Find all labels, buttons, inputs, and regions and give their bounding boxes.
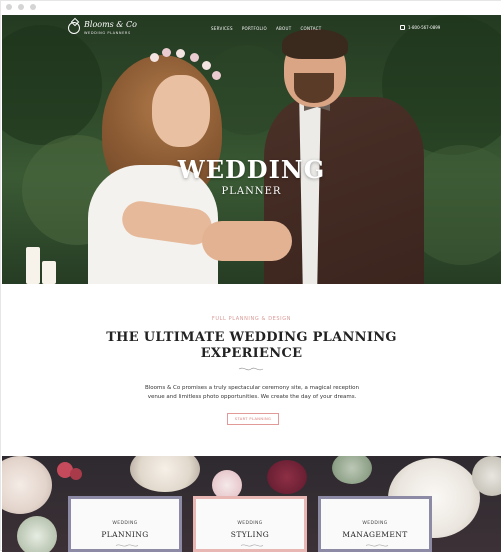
service-card-styling[interactable]: WEDDING STYLING	[193, 496, 307, 552]
candle	[42, 261, 56, 284]
section-eyebrow: FULL PLANNING & DESIGN	[211, 316, 292, 322]
intro-paragraph: Blooms & Co promises a truly spectacular…	[122, 384, 382, 402]
nav-item-contact[interactable]: CONTACT	[300, 26, 321, 31]
candle	[26, 247, 40, 284]
nav-links: SERVICES PORTFOLIO ABOUT CONTACT	[211, 26, 322, 31]
window-dot-icon[interactable]	[18, 4, 24, 10]
leaf-bloom	[332, 456, 372, 484]
hands-ring	[202, 221, 292, 261]
rose-bloom	[2, 456, 52, 514]
bride-face	[152, 75, 210, 147]
intro-line: venue and limitless photo opportunities.…	[147, 394, 357, 400]
flower-crown	[190, 53, 199, 62]
flower-crown	[150, 53, 159, 62]
service-card-planning[interactable]: WEDDING PLANNING	[68, 496, 182, 552]
service-title: PLANNING	[101, 530, 149, 539]
service-card-body: WEDDING PLANNING	[71, 499, 179, 549]
service-kicker: WEDDING	[237, 521, 263, 526]
nav-item-services[interactable]: SERVICES	[211, 26, 233, 31]
top-navigation: Blooms & Co WEDDING PLANNERS SERVICES PO…	[2, 15, 501, 41]
diamond-ring-icon[interactable]	[68, 22, 80, 34]
section-title: THE ULTIMATE WEDDING PLANNING EXPERIENCE	[2, 330, 501, 362]
service-card-management[interactable]: WEDDING MANAGEMENT	[318, 496, 432, 552]
services-band: WEDDING PLANNING WEDDING STYLING WEDDING…	[2, 456, 501, 552]
flourish-icon	[365, 544, 389, 547]
section-title-line: EXPERIENCE	[200, 346, 303, 361]
phone-icon	[400, 25, 405, 30]
flower-crown	[176, 49, 185, 58]
service-card-body: WEDDING STYLING	[196, 499, 304, 549]
berry-bloom	[70, 468, 82, 480]
intro-section: FULL PLANNING & DESIGN THE ULTIMATE WEDD…	[2, 284, 501, 456]
intro-line: Blooms & Co promises a truly spectacular…	[144, 385, 360, 391]
rose-bloom	[130, 456, 200, 492]
flower-crown	[212, 71, 221, 80]
service-title: MANAGEMENT	[342, 530, 408, 539]
leaf-bloom	[17, 516, 57, 552]
service-kicker: WEDDING	[112, 521, 138, 526]
phone-number[interactable]: 1-800-567-0899	[408, 25, 440, 30]
browser-frame: Blooms & Co WEDDING PLANNERS SERVICES PO…	[0, 0, 501, 552]
groom-beard	[294, 73, 334, 103]
flourish-icon	[115, 544, 139, 547]
flower-crown	[202, 61, 211, 70]
window-dot-icon[interactable]	[30, 4, 36, 10]
flourish-icon	[240, 544, 264, 547]
dahlia-bloom	[267, 460, 307, 494]
hero-subtitle: PLANNER	[221, 186, 282, 197]
nav-item-portfolio[interactable]: PORTFOLIO	[242, 26, 267, 31]
flower-crown	[162, 48, 171, 57]
service-kicker: WEDDING	[362, 521, 388, 526]
hero-section: Blooms & Co WEDDING PLANNERS SERVICES PO…	[2, 15, 501, 284]
brand-tagline: WEDDING PLANNERS	[84, 31, 131, 35]
browser-chrome	[1, 1, 501, 15]
start-planning-button[interactable]: START PLANNING	[227, 413, 279, 425]
service-title: STYLING	[230, 530, 270, 539]
section-title-line: THE ULTIMATE WEDDING PLANNING	[106, 330, 397, 345]
window-dot-icon[interactable]	[6, 4, 12, 10]
service-card-body: WEDDING MANAGEMENT	[321, 499, 429, 549]
hedge-foliage	[2, 25, 102, 145]
flourish-icon	[238, 367, 264, 371]
nav-item-about[interactable]: ABOUT	[276, 26, 291, 31]
hero-title: WEDDING	[177, 155, 326, 184]
brand-name[interactable]: Blooms & Co	[84, 20, 137, 29]
